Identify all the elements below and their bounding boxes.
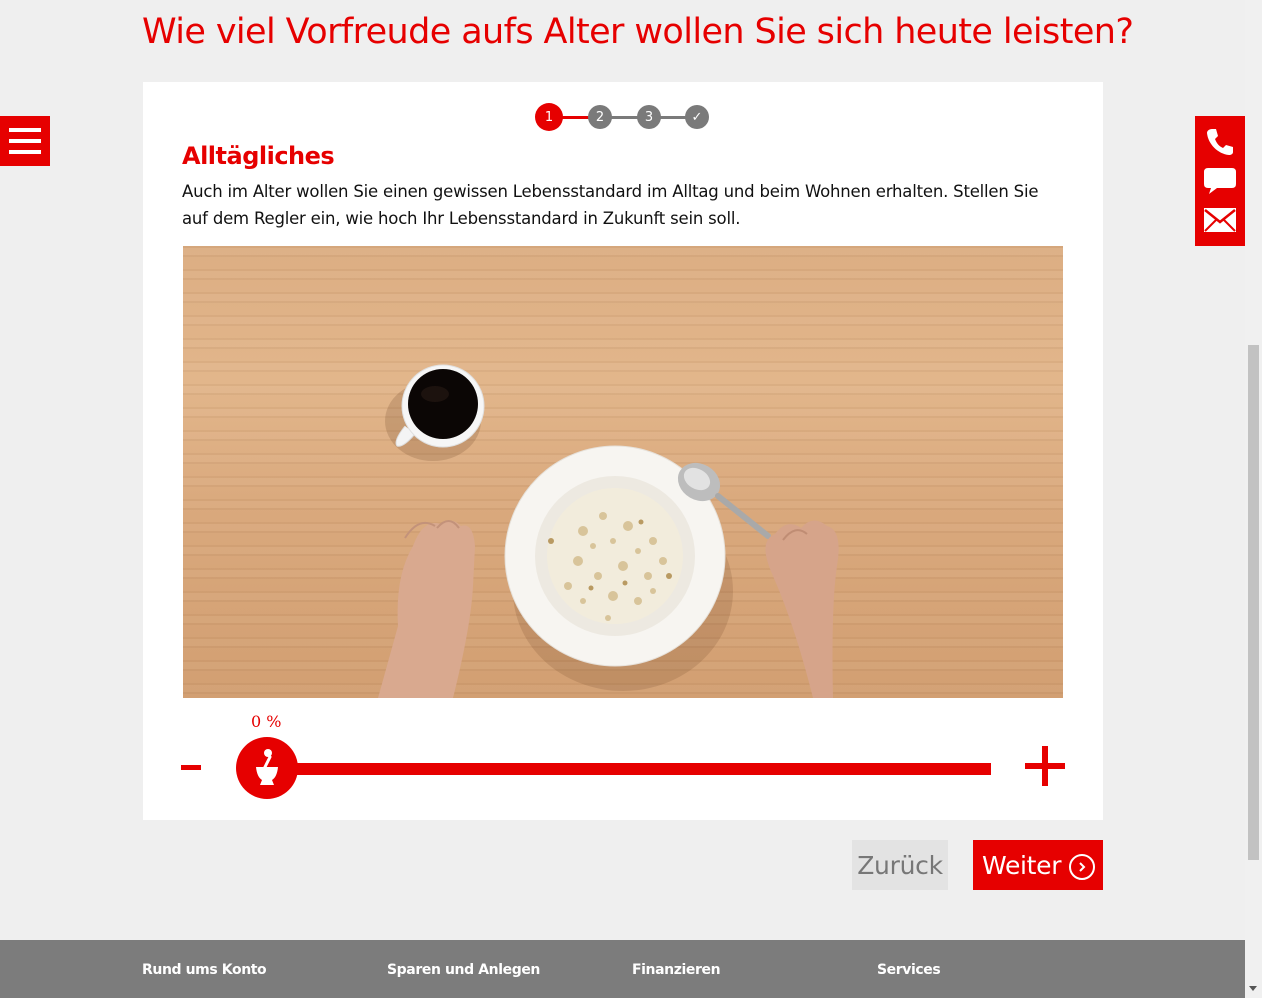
progress-stepper: 1 2 3 ✓: [535, 103, 715, 131]
breakfast-illustration: [378, 364, 839, 698]
slider-increase-button[interactable]: [1025, 746, 1065, 786]
next-button[interactable]: Weiter: [973, 840, 1103, 890]
hamburger-menu-icon-bar: [9, 150, 41, 154]
slider-track[interactable]: [263, 763, 991, 775]
footer-heading-finanzieren[interactable]: Finanzieren: [632, 962, 721, 978]
section-title: Alltägliches: [182, 142, 335, 170]
contact-bar: [1195, 116, 1245, 246]
step-1[interactable]: 1: [535, 103, 563, 131]
footer-heading-konto[interactable]: Rund ums Konto: [142, 962, 267, 978]
hamburger-menu-icon: [9, 128, 41, 132]
page-scrollbar[interactable]: [1245, 0, 1262, 998]
step-3[interactable]: 3: [637, 105, 661, 129]
section-description: Auch im Alter wollen Sie einen gewissen …: [182, 182, 1039, 228]
step-2[interactable]: 2: [588, 105, 612, 129]
page-title: Wie viel Vorfreude aufs Alter wollen Sie…: [142, 12, 1134, 52]
slider-thumb[interactable]: [236, 737, 298, 799]
hamburger-menu-button[interactable]: [0, 116, 50, 166]
footer-heading-sparen[interactable]: Sparen und Anlegen: [387, 962, 540, 978]
footer: Rund ums Konto Sparen und Anlegen Finanz…: [0, 940, 1245, 998]
chat-bubble-icon[interactable]: [1202, 165, 1238, 197]
footer-column-finanzieren[interactable]: Finanzieren: [632, 962, 721, 978]
hamburger-menu-icon-bar: [9, 139, 41, 143]
mortar-pestle-icon: [256, 749, 278, 785]
scroll-down-arrow-icon[interactable]: [1249, 986, 1257, 991]
breakfast-photo: [183, 246, 1063, 698]
footer-column-konto[interactable]: Rund ums Konto: [142, 962, 267, 978]
chevron-right-circle-icon: [1069, 854, 1096, 880]
next-button-label: Weiter: [982, 850, 1062, 880]
footer-column-sparen[interactable]: Sparen und Anlegen: [387, 962, 540, 978]
mail-icon[interactable]: [1202, 204, 1238, 236]
footer-heading-services[interactable]: Services: [877, 962, 941, 978]
footer-column-services[interactable]: Services: [877, 962, 941, 978]
plus-icon-vertical: [1042, 746, 1048, 786]
step-done[interactable]: ✓: [685, 105, 709, 129]
scrollbar-thumb[interactable]: [1248, 345, 1259, 860]
slider-decrease-button[interactable]: [181, 765, 201, 770]
slider-value-label: 0 %: [251, 712, 282, 731]
phone-icon[interactable]: [1202, 126, 1238, 158]
calculator-card: 1 2 3 ✓ Alltägliches Auch im Alter wolle…: [143, 82, 1103, 820]
back-button[interactable]: Zurück: [852, 840, 948, 890]
